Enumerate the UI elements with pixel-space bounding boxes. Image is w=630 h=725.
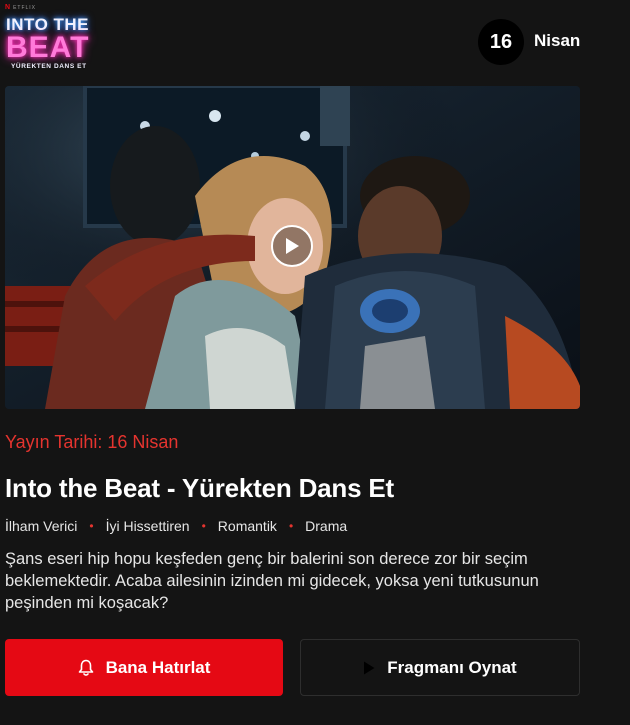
netflix-brand: N ETFLIX <box>5 4 36 11</box>
play-trailer-button[interactable]: Fragmanı Oynat <box>300 639 580 696</box>
tag: İlham Verici <box>5 518 78 534</box>
synopsis: Şans eseri hip hopu keşfeden genç bir ba… <box>5 550 539 612</box>
play-trailer-label: Fragmanı Oynat <box>387 657 517 677</box>
tag-separator: • <box>288 519 294 533</box>
play-icon <box>286 238 299 254</box>
show-title: Into the Beat - Yürekten Dans Et <box>5 473 394 503</box>
tag: Drama <box>305 518 348 534</box>
release-card: N ETFLIX INTO THE BEAT YÜREKTEN DANS ET 1… <box>0 0 630 725</box>
genre-tags: İlham Verici • İyi Hissettiren • Romanti… <box>5 518 347 534</box>
header: N ETFLIX INTO THE BEAT YÜREKTEN DANS ET 1… <box>0 0 630 80</box>
brand-sub: ETFLIX <box>13 5 37 11</box>
logo-line-2: BEAT <box>6 31 90 64</box>
logo-line-3: YÜREKTEN DANS ET <box>11 63 87 70</box>
tag: Romantik <box>217 518 277 534</box>
trailer-video[interactable] <box>5 86 580 409</box>
remind-me-label: Bana Hatırlat <box>105 657 211 677</box>
play-icon <box>363 661 375 675</box>
date-month: Nisan <box>534 31 581 50</box>
bell-icon <box>78 659 94 677</box>
tag-separator: • <box>201 519 206 533</box>
tag-separator: • <box>89 519 94 533</box>
brand-letter: N <box>5 4 12 11</box>
tag: İyi Hissettiren <box>105 518 190 534</box>
remind-me-button[interactable]: Bana Hatırlat <box>5 639 283 696</box>
date-day-badge: 16 <box>478 19 524 65</box>
show-logo: INTO THE BEAT YÜREKTEN DANS ET <box>6 16 90 72</box>
release-date-label: Yayın Tarihi: 16 Nisan <box>5 432 179 452</box>
play-button[interactable] <box>271 225 313 267</box>
